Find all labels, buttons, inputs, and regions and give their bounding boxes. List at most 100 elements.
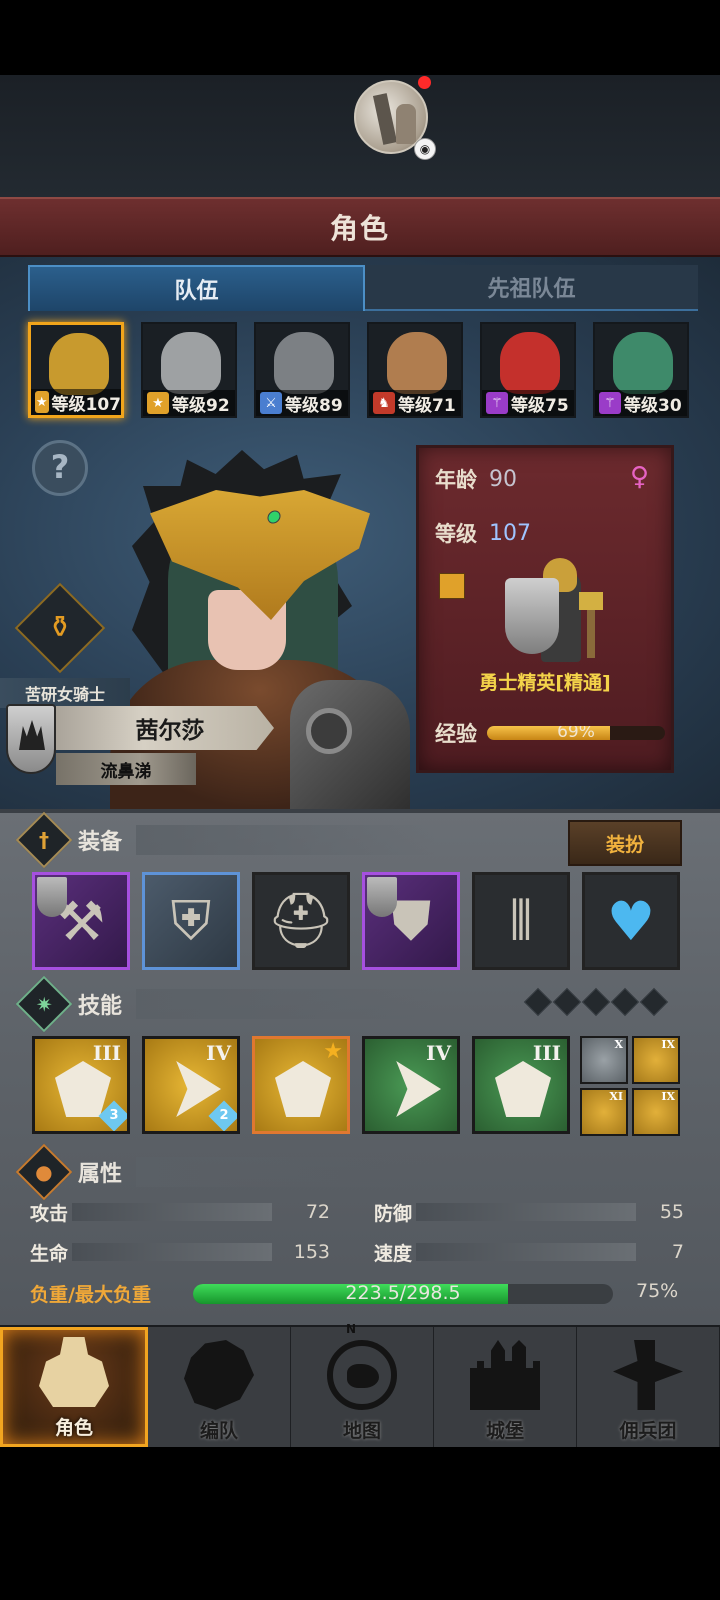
hero-card[interactable]: ★ 等级92: [141, 322, 237, 418]
dress-up-label: 装扮: [605, 833, 644, 856]
nav-label: 角色: [54, 1417, 93, 1439]
help-icon[interactable]: ?: [32, 440, 88, 496]
hero-level-bar: ★ 等级92: [143, 390, 235, 416]
hero-shield-emblem-icon: [6, 704, 56, 774]
skill-slot-gem: [581, 987, 611, 1017]
hero-level-bar: ★ 等级107: [31, 389, 121, 415]
skill-tier: III: [532, 1041, 561, 1065]
nav-castle[interactable]: 城堡: [434, 1327, 577, 1447]
figure-hammer: [579, 592, 603, 658]
age-label: 年龄: [435, 468, 477, 492]
potion-icon: ⚱: [47, 610, 73, 645]
tab-ancestor-team-label: 先祖队伍: [487, 277, 576, 302]
compass-north-label: N: [346, 1322, 357, 1336]
skill-slot[interactable]: III: [472, 1036, 570, 1134]
equip-slot[interactable]: ♥: [582, 872, 680, 970]
burst-skill-icon: [396, 1061, 441, 1117]
passive-skill[interactable]: XI: [580, 1088, 628, 1136]
skill-tier: IV: [426, 1041, 451, 1065]
passive-skill-tier: IX: [661, 1090, 675, 1103]
nav-knight[interactable]: 角色: [0, 1327, 148, 1447]
hero-nameplate[interactable]: 茜尔莎: [56, 706, 274, 750]
equip-slot[interactable]: ⛨: [142, 872, 240, 970]
equip-slot[interactable]: ⫴: [472, 872, 570, 970]
figure-shield: [505, 578, 559, 654]
attributes-header: ● 属性: [15, 1143, 437, 1201]
sword-icon: ⚔: [260, 392, 282, 414]
hero-card[interactable]: ⚚ 等级75: [480, 322, 576, 418]
mercenary-icon: [613, 1340, 683, 1410]
tab-ancestor-team[interactable]: 先祖队伍: [365, 265, 698, 311]
staff-icon: ⚚: [599, 392, 621, 414]
person-icon: ●: [15, 1143, 73, 1201]
nav-label: 佣兵团: [619, 1420, 677, 1442]
stat-bar: [72, 1203, 272, 1221]
horse-icon: ♞: [373, 392, 395, 414]
header-stripe: [136, 825, 437, 855]
attributes-title: 属性: [78, 1162, 123, 1187]
load-text: 223.5/298.5: [345, 1284, 461, 1304]
female-icon: ♀: [629, 462, 649, 492]
equipment-title: 装备: [78, 830, 123, 855]
skill-count: 2: [219, 1108, 229, 1123]
heart-amulet-icon: ♥: [606, 889, 656, 953]
passive-skill-tier: X: [614, 1038, 623, 1051]
nav-formation[interactable]: 编队: [148, 1327, 291, 1447]
passive-skills-grid[interactable]: X IX XI IX: [580, 1036, 680, 1136]
greaves-icon: ⫴: [509, 889, 533, 952]
stat-attack-value: 72: [305, 1201, 330, 1223]
formation-icon: [184, 1340, 254, 1410]
dress-up-button[interactable]: 装扮: [568, 820, 682, 866]
skill-slot[interactable]: III 3: [32, 1036, 130, 1134]
passive-skill[interactable]: IX: [632, 1088, 680, 1136]
hero-face: [49, 333, 109, 395]
skill-tier: IV: [206, 1041, 231, 1065]
nav-mercenary[interactable]: 佣兵团: [577, 1327, 720, 1447]
hero-trait[interactable]: 流鼻涕: [56, 753, 196, 785]
nav-label: 地图: [342, 1420, 381, 1442]
stat-defense-value: 55: [659, 1201, 684, 1223]
hero-level-label: 等级107: [51, 394, 122, 415]
stat-attack-label: 攻击: [30, 1202, 69, 1225]
dagger-icon: †: [15, 811, 73, 869]
hero-level-bar: ♞ 等级71: [369, 390, 461, 416]
skill-slot-gem: [523, 987, 553, 1017]
bottom-area: [0, 1447, 720, 1600]
shield-star-icon: ★: [35, 391, 49, 413]
passive-skill[interactable]: X: [580, 1036, 628, 1084]
nav-compass-map[interactable]: 地图: [291, 1327, 434, 1447]
equip-slot[interactable]: ⛊: [362, 872, 460, 970]
equip-slot[interactable]: ⚒: [32, 872, 130, 970]
stat-hp: 生命 153: [30, 1240, 330, 1265]
hero-level-label: 等级92: [172, 395, 230, 416]
hero-card[interactable]: ⚔ 等级89: [254, 322, 350, 418]
skill-slot-gems: [523, 987, 669, 1017]
skill-slot-gem: [639, 987, 669, 1017]
passive-skill[interactable]: IX: [632, 1036, 680, 1084]
header-stripe: [136, 1157, 437, 1187]
tab-team[interactable]: 队伍: [28, 265, 365, 311]
stat-attack: 攻击 72: [30, 1200, 330, 1225]
hero-level-bar: ⚚ 等级30: [595, 390, 687, 416]
skill-slot-gem: [610, 987, 640, 1017]
skill-slot[interactable]: IV 2: [142, 1036, 240, 1134]
class-name: 勇士精英[精通]: [479, 672, 611, 694]
skill-slot[interactable]: IV: [362, 1036, 460, 1134]
team-tabs: 队伍 先祖队伍: [28, 265, 698, 311]
stat-speed-value: 7: [671, 1241, 684, 1263]
compass-map-icon: [327, 1340, 397, 1410]
skill-row: III 3 IV 2 ★ IV III: [32, 1036, 570, 1134]
equipment-row: ⚒ ⛨ ⛑ ⛊ ⫴ ♥: [32, 872, 680, 970]
hero-card[interactable]: ★ 等级107: [28, 322, 124, 418]
qq-penguin-icon: ◉: [414, 138, 436, 160]
rank-shield-icon: [37, 877, 67, 917]
hero-card[interactable]: ♞ 等级71: [367, 322, 463, 418]
equip-slot[interactable]: ⛑: [252, 872, 350, 970]
hero-card[interactable]: ⚚ 等级30: [593, 322, 689, 418]
equipment-header: † 装备: [15, 811, 437, 869]
hero-level-label: 等级75: [511, 395, 569, 416]
skills-title: 技能: [78, 994, 123, 1019]
skill-slot[interactable]: ★: [252, 1036, 350, 1134]
passive-skill-tier: IX: [661, 1038, 675, 1051]
shield-star-icon: ★: [147, 392, 169, 414]
